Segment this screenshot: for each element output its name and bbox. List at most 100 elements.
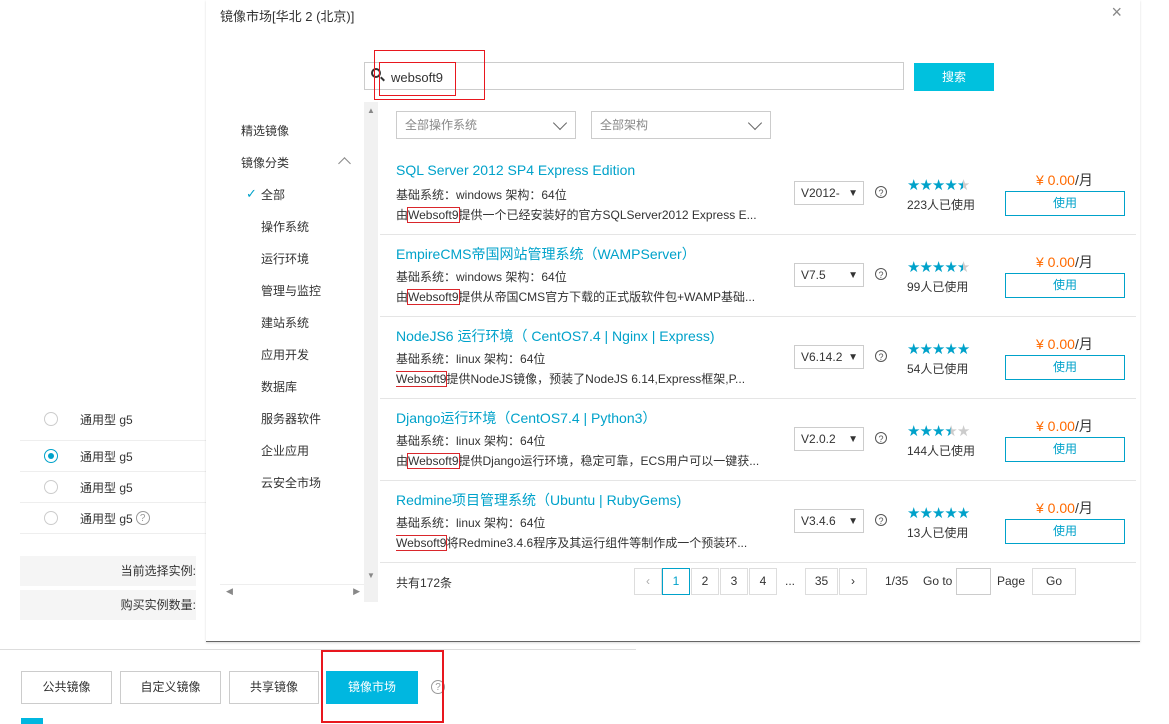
star-full-icon: ★ xyxy=(907,341,920,358)
radio-selected-icon[interactable] xyxy=(44,449,58,463)
sidebar-item-os[interactable]: 操作系统 xyxy=(261,218,309,235)
divider xyxy=(380,562,1136,563)
search-box xyxy=(364,62,904,90)
version-select[interactable]: V2.0.2 ▼ xyxy=(794,427,864,451)
result-meta: 基础系统：linux 架构：64位 xyxy=(396,352,546,366)
search-button[interactable]: 搜索 xyxy=(914,63,994,91)
arch-filter-select[interactable]: 全部架构 xyxy=(591,111,771,139)
help-icon[interactable]: ? xyxy=(135,511,150,525)
price: ¥ 0.00/月 xyxy=(1036,170,1093,190)
version-select[interactable]: V3.4.6 ▼ xyxy=(794,509,864,533)
version-select[interactable]: V2012- ▼ xyxy=(794,181,864,205)
search-input[interactable] xyxy=(389,66,893,88)
radio-icon[interactable] xyxy=(44,511,58,525)
help-icon[interactable]: ? xyxy=(431,680,445,694)
rating-stars: ★★★★★ xyxy=(907,504,970,522)
image-category-header[interactable]: 镜像分类 xyxy=(241,154,289,171)
instance-type-row[interactable]: 通用型 g5 xyxy=(20,441,206,472)
scroll-right-icon[interactable]: ▶ xyxy=(353,586,360,597)
sidebar-item-server[interactable]: 服务器软件 xyxy=(261,410,321,427)
star-full-icon: ★ xyxy=(907,505,920,522)
result-meta: 基础系统：windows 架构：64位 xyxy=(396,188,567,202)
goto-page-input[interactable] xyxy=(956,568,991,595)
vendor-name: Websoft9 xyxy=(396,535,448,551)
help-icon[interactable]: ? xyxy=(875,268,887,280)
image-market-tab[interactable]: 镜像市场 xyxy=(326,671,418,704)
user-count: 144人已使用 xyxy=(907,444,976,458)
desc-prefix: 由 xyxy=(396,290,409,304)
desc-text: 提供NodeJS镜像，预装了NodeJS 6.14,Express框架,P... xyxy=(446,372,746,386)
total-count: 共有172条 xyxy=(396,576,453,590)
check-icon: ✓ xyxy=(246,186,257,201)
help-icon[interactable]: ? xyxy=(875,186,887,198)
radio-icon[interactable] xyxy=(44,480,58,494)
star-full-icon: ★ xyxy=(919,505,932,522)
price-unit: /月 xyxy=(1074,254,1093,270)
custom-image-tab[interactable]: 自定义镜像 xyxy=(120,671,221,704)
page-button[interactable]: 2 xyxy=(691,568,719,595)
last-page-button[interactable]: 35 xyxy=(805,568,838,595)
price: ¥ 0.00/月 xyxy=(1036,416,1093,436)
result-row: Redmine项目管理系统（Ubuntu | RubyGems) 基础系统：li… xyxy=(380,480,1136,562)
price-value: ¥ 0.00 xyxy=(1036,254,1075,270)
use-button[interactable]: 使用 xyxy=(1005,519,1125,544)
radio-icon[interactable] xyxy=(44,412,58,426)
close-icon[interactable]: × xyxy=(1111,2,1122,23)
instance-type-row[interactable]: 通用型 g5 ? xyxy=(20,503,206,534)
help-icon[interactable]: ? xyxy=(875,514,887,526)
version-value: V2012- xyxy=(801,186,840,200)
os-filter-select[interactable]: 全部操作系统 xyxy=(396,111,576,139)
sidebar-item-cms[interactable]: 建站系统 xyxy=(261,314,309,331)
desc-prefix: 由 xyxy=(396,208,409,222)
instance-type-label: 通用型 g5 xyxy=(80,412,133,427)
use-button[interactable]: 使用 xyxy=(1005,437,1125,462)
go-button[interactable]: Go xyxy=(1032,568,1076,595)
help-icon[interactable]: ? xyxy=(875,432,887,444)
shared-image-tab[interactable]: 共享镜像 xyxy=(229,671,319,704)
next-page-button[interactable]: › xyxy=(839,568,867,595)
star-full-icon: ★ xyxy=(919,259,932,276)
instance-type-row[interactable]: 通用型 g5 xyxy=(20,472,206,503)
star-full-icon: ★ xyxy=(931,423,945,440)
result-meta: 基础系统：linux 架构：64位 xyxy=(396,516,546,530)
use-button[interactable]: 使用 xyxy=(1005,355,1125,380)
result-title[interactable]: Redmine项目管理系统（Ubuntu | RubyGems) xyxy=(396,490,681,510)
star-half-icon: ★ xyxy=(956,177,970,194)
sidebar-item-enterprise[interactable]: 企业应用 xyxy=(261,442,309,459)
sidebar-item-monitoring[interactable]: 管理与监控 xyxy=(261,282,321,299)
sidebar-item-database[interactable]: 数据库 xyxy=(261,378,297,395)
prev-page-button[interactable]: ‹ xyxy=(634,568,662,595)
version-select[interactable]: V7.5 ▼ xyxy=(794,263,864,287)
version-select[interactable]: V6.14.2 ▼ xyxy=(794,345,864,369)
result-title[interactable]: NodeJS6 运行环境（ CentOS7.4 | Nginx | Expres… xyxy=(396,326,715,346)
sidebar-scrollbar[interactable]: ◀ ▶ xyxy=(220,584,364,601)
help-icon[interactable]: ? xyxy=(875,350,887,362)
page-button[interactable]: 1 xyxy=(662,568,690,595)
use-button[interactable]: 使用 xyxy=(1005,191,1125,216)
result-title[interactable]: EmpireCMS帝国网站管理系统（WAMPServer） xyxy=(396,244,696,264)
use-button[interactable]: 使用 xyxy=(1005,273,1125,298)
price-unit: /月 xyxy=(1074,336,1093,352)
public-image-tab[interactable]: 公共镜像 xyxy=(21,671,112,704)
scroll-left-icon[interactable]: ◀ xyxy=(226,586,233,597)
featured-images-link[interactable]: 精选镜像 xyxy=(241,122,289,139)
scroll-up-icon[interactable]: ▲ xyxy=(367,106,375,115)
sidebar-item-dev[interactable]: 应用开发 xyxy=(261,346,309,363)
vertical-scrollbar[interactable]: ▲ ▼ xyxy=(364,102,378,602)
scroll-down-icon[interactable]: ▼ xyxy=(367,571,375,580)
star-full-icon: ★ xyxy=(944,505,957,522)
sidebar-item-runtime[interactable]: 运行环境 xyxy=(261,250,309,267)
star-full-icon: ★ xyxy=(907,423,920,440)
sidebar-item-security[interactable]: 云安全市场 xyxy=(261,474,321,491)
page-button[interactable]: 4 xyxy=(749,568,777,595)
star-full-icon: ★ xyxy=(956,341,970,358)
result-row: NodeJS6 运行环境（ CentOS7.4 | Nginx | Expres… xyxy=(380,316,1136,399)
star-half-icon: ★ xyxy=(956,259,970,276)
page-count: 1/35 xyxy=(885,574,909,588)
page-button[interactable]: 3 xyxy=(720,568,748,595)
instance-type-row[interactable]: 通用型 g5 xyxy=(20,412,206,441)
goto-label: Go to xyxy=(923,574,953,588)
sidebar-item-all[interactable]: 全部 xyxy=(261,186,285,203)
result-title[interactable]: Django运行环境（CentOS7.4 | Python3） xyxy=(396,408,656,428)
result-title[interactable]: SQL Server 2012 SP4 Express Edition xyxy=(396,162,635,178)
